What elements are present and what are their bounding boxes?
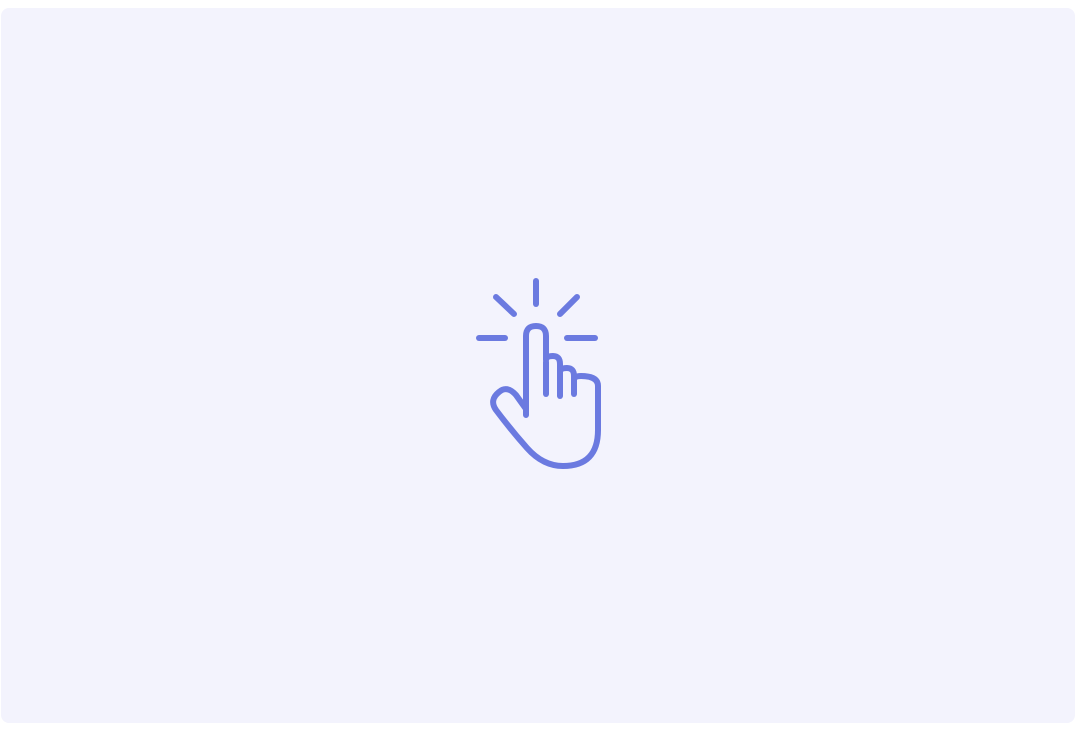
tap-hand-graphic — [476, 278, 601, 469]
empty-state-panel — [1, 8, 1075, 723]
ray-upper-left — [493, 294, 517, 317]
tap-hand-icon — [469, 272, 605, 472]
ray-upper-right — [557, 294, 580, 317]
